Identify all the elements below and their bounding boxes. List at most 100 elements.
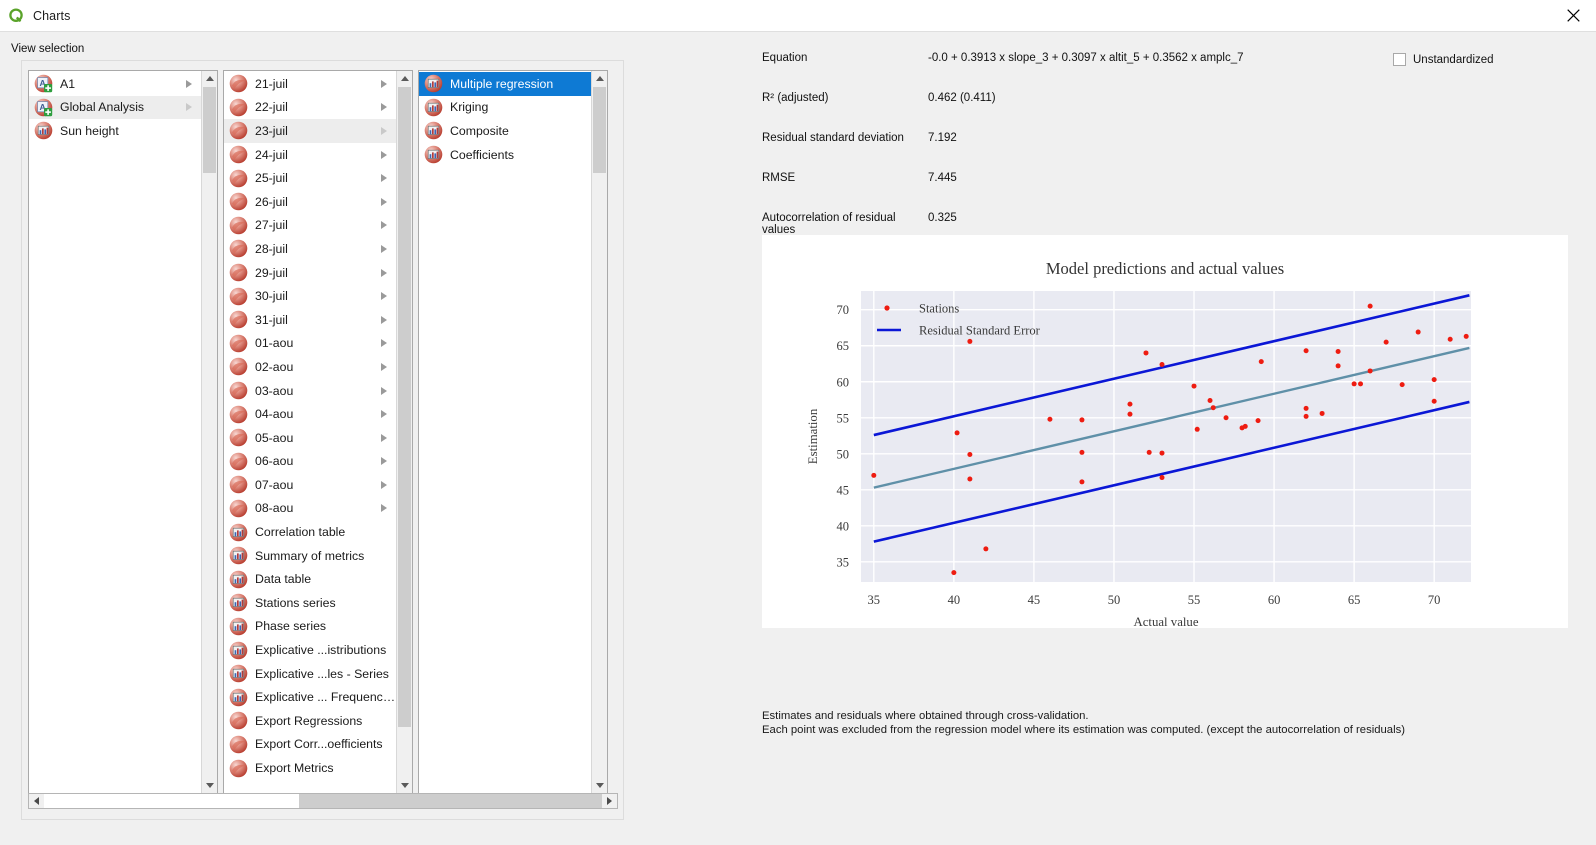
scrollbar-thumb[interactable] [398,87,411,727]
chart-ball-icon [229,546,248,565]
ball-icon [229,216,248,235]
list-item[interactable]: 23-juil [224,119,396,143]
scrollbar-horizontal[interactable] [28,793,618,809]
list-item[interactable]: 05-aou [224,426,396,450]
list-item-label: Coefficients [450,148,514,162]
list-item[interactable]: Export Regressions [224,709,396,733]
list-item-label: 04-aou [255,407,293,421]
list-item-label: Correlation table [255,525,345,539]
svg-text:50: 50 [1108,593,1121,607]
scroll-down-icon[interactable] [592,778,607,793]
chart-ball-icon [34,121,53,140]
list-item[interactable]: 28-juil [224,237,396,261]
ball-icon [229,357,248,376]
svg-text:45: 45 [837,483,850,497]
list-item[interactable]: 24-juil [224,143,396,167]
selection-column-3[interactable]: Multiple regressionKriging Composite Coeff… [418,70,608,794]
list-item-label: Stations series [255,596,336,610]
list-item[interactable]: Composite [419,119,591,143]
list-item[interactable]: Coefficients [419,143,591,167]
scrollbar-thumb[interactable] [593,87,606,173]
chart-ball-icon [424,74,443,93]
list-item[interactable]: 07-aou [224,473,396,497]
list-item[interactable]: 25-juil [224,166,396,190]
list-item-label: 28-juil [255,242,288,256]
scroll-left-icon[interactable] [29,794,44,808]
list-item[interactable]: Stations series [224,591,396,615]
scrollbar-thumb[interactable] [203,87,216,173]
submenu-arrow-icon [381,339,387,347]
scrollbar-vertical-column-3[interactable] [591,71,607,793]
submenu-arrow-icon [381,316,387,324]
list-item[interactable]: 06-aou [224,450,396,474]
list-item-label: Explicative ...istributions [255,643,386,657]
list-item[interactable]: 03-aou [224,379,396,403]
list-item[interactable]: Sun height [29,119,201,143]
list-item[interactable]: AA1 [29,72,201,96]
scrollbar-track[interactable] [44,794,602,808]
selection-column-2[interactable]: 21-juil22-juil23-juil 24-juil 25-juil26-ju… [223,70,413,794]
list-item[interactable]: Explicative ...les - Series [224,662,396,686]
list-item[interactable]: Explicative ...istributions [224,638,396,662]
metric-value: 7.445 [928,172,957,184]
scrollbar-vertical-column-2[interactable] [396,71,412,793]
scroll-up-icon[interactable] [397,71,412,86]
metric-row: R² (adjusted)0.462 (0.411) [762,92,1542,132]
list-item[interactable]: Explicative ... Frequencies [224,685,396,709]
selection-column-2-list[interactable]: 21-juil22-juil23-juil 24-juil 25-juil26-ju… [224,71,396,793]
list-item[interactable]: Kriging [419,96,591,120]
list-item[interactable]: 22-juil [224,96,396,120]
list-item[interactable]: Summary of metrics [224,544,396,568]
checkbox-box[interactable] [1393,53,1406,66]
note-line: Estimates and residuals where obtained t… [762,710,1405,724]
scrollbar-thumb[interactable] [44,794,299,808]
submenu-arrow-icon [381,457,387,465]
scrollbar-vertical-column-1[interactable] [201,71,217,793]
scroll-up-icon[interactable] [592,71,607,86]
list-item[interactable]: Phase series [224,615,396,639]
close-icon[interactable] [1550,0,1596,31]
chart-ball-icon [229,523,248,542]
list-item[interactable]: 26-juil [224,190,396,214]
submenu-arrow-icon [381,269,387,277]
ball-icon [229,759,248,778]
unstandardized-checkbox[interactable]: Unstandardized [1393,53,1494,66]
list-item[interactable]: 08-aou [224,497,396,521]
list-item-label: 03-aou [255,384,293,398]
list-item-label: Composite [450,124,509,138]
list-item[interactable]: 27-juil [224,214,396,238]
list-item-label: Export Corr...oefficients [255,737,383,751]
list-item[interactable]: 30-juil [224,284,396,308]
window-title: Charts [33,9,70,23]
list-item[interactable]: 01-aou [224,332,396,356]
list-item[interactable]: Correlation table [224,520,396,544]
list-item[interactable]: 02-aou [224,355,396,379]
scroll-right-icon[interactable] [602,794,617,808]
list-item[interactable]: Export Metrics [224,756,396,780]
submenu-arrow-icon [381,504,387,512]
list-item[interactable]: Export Corr...oefficients [224,733,396,757]
list-item[interactable]: 29-juil [224,261,396,285]
list-item[interactable]: 21-juil [224,72,396,96]
selection-column-3-list[interactable]: Multiple regressionKriging Composite Coeff… [419,71,591,793]
list-item[interactable]: 31-juil [224,308,396,332]
submenu-arrow-icon [381,198,387,206]
scroll-up-icon[interactable] [202,71,217,86]
ball-icon [229,405,248,424]
list-item[interactable]: Data table [224,567,396,591]
ball-icon [229,334,248,353]
scroll-down-icon[interactable] [202,778,217,793]
svg-text:70: 70 [837,303,850,317]
list-item-label: 24-juil [255,148,288,162]
list-item-label: Phase series [255,619,326,633]
selection-column-1-list[interactable]: AA1AGlobal AnalysisSun height [29,71,201,793]
selection-column-1[interactable]: AA1AGlobal AnalysisSun height [28,70,218,794]
scroll-down-icon[interactable] [397,778,412,793]
svg-text:55: 55 [837,411,850,425]
list-item[interactable]: AGlobal Analysis [29,96,201,120]
list-item-label: 02-aou [255,360,293,374]
list-item[interactable]: Multiple regression [419,72,591,96]
list-item-label: Summary of metrics [255,549,364,563]
list-item[interactable]: 04-aou [224,402,396,426]
ball-icon [229,192,248,211]
